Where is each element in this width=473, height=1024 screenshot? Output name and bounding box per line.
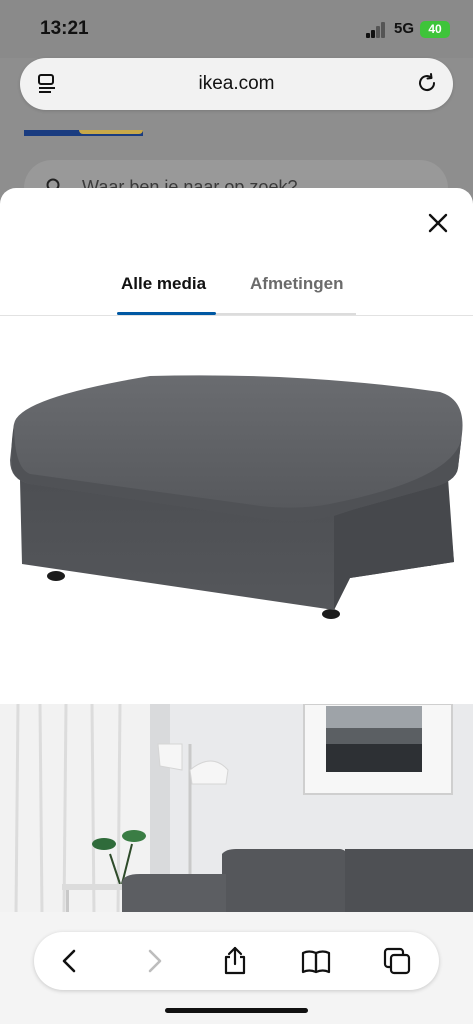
battery-level: 40: [428, 22, 442, 36]
signal-icon: [366, 22, 388, 38]
back-chevron-icon[interactable]: [54, 945, 86, 977]
tab-active-indicator: [117, 312, 216, 315]
status-time: 13:21: [40, 18, 89, 39]
background-page: Waar ben je naar op zoek?: [0, 130, 473, 188]
tab-dimensions[interactable]: Afmetingen: [250, 274, 344, 294]
media-tabs: Alle media Afmetingen: [0, 248, 473, 316]
tabs-icon[interactable]: [381, 945, 413, 977]
search-placeholder: Waar ben je naar op zoek?: [82, 177, 298, 188]
home-indicator: [165, 1008, 308, 1013]
background-search-bar: Waar ben je naar op zoek?: [24, 160, 448, 188]
tab-all-media[interactable]: Alle media: [121, 274, 206, 294]
reload-icon[interactable]: [415, 71, 439, 95]
product-image-ottoman[interactable]: [0, 328, 473, 704]
tab-inactive-indicator: [216, 313, 356, 315]
status-bar: 13:21 5G 40: [0, 0, 473, 58]
network-type: 5G: [394, 20, 415, 37]
browser-toolbar: [34, 932, 439, 990]
address-bar[interactable]: ikea.com: [20, 58, 453, 110]
battery-icon: 40: [420, 21, 450, 38]
browser-toolbar-area: [0, 912, 473, 1024]
ikea-logo: [24, 130, 143, 136]
share-icon[interactable]: [219, 945, 251, 977]
product-image-room[interactable]: [0, 704, 473, 914]
tab-divider: [0, 315, 473, 316]
bookmarks-book-icon[interactable]: [300, 945, 332, 977]
close-icon[interactable]: [425, 210, 451, 236]
search-icon: [46, 178, 60, 188]
forward-chevron-icon[interactable]: [138, 945, 170, 977]
url-text[interactable]: ikea.com: [20, 73, 453, 95]
media-modal: Alle media Afmetingen: [0, 188, 473, 1024]
